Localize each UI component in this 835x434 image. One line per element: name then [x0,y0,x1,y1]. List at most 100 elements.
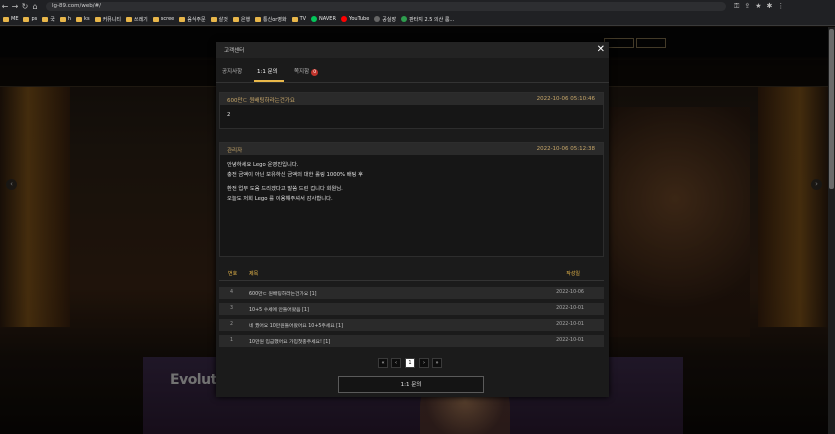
bookmark-label: 공실장 [382,16,397,23]
page-first-button[interactable]: « [378,358,388,368]
bookmark-item[interactable]: ps [23,16,37,22]
bookmark-label: 국 [50,16,55,23]
bookmark-item[interactable]: NAVER [311,16,336,22]
answer-header: 관리자 2022-10-06 05:12:38 [220,143,603,155]
col-subject: 제목 [249,271,259,277]
bookmark-item[interactable]: 쓰레기 [125,16,148,23]
bookmark-item[interactable]: TV [291,16,307,22]
bookmark-item[interactable]: 통신or영화 [255,16,287,23]
extensions-icon[interactable]: ✱ [766,2,772,11]
answer-line: 환전 업무 도움 드리겠다고 말씀 드린 겁니다 회원님. [227,186,343,192]
bookmark-label: NAVER [319,16,336,22]
close-icon[interactable]: ✕ [597,43,605,57]
row-num: 4 [230,290,234,295]
url-text: lg-89.com/web/#/ [52,3,102,9]
inquiry-list-header: 번호 제목 작성일 [219,266,604,281]
page-next-button[interactable]: › [419,358,429,368]
row-date: 2022-10-06 [556,290,584,295]
bookmark-label: 쓰레기 [133,16,148,23]
folder-icon [125,16,132,22]
bookmark-label: 음식주문 [187,16,206,23]
key-icon[interactable]: ⚿ [734,2,739,11]
bookmark-item[interactable]: YouTube [340,16,369,22]
site-favicon-icon [401,16,408,22]
bookmark-item[interactable]: ks [76,16,90,22]
folder-icon [179,16,186,22]
message-count-badge: 0 [311,69,319,76]
bookmark-label: 판타지 2.5 의산 룸... [409,16,455,23]
customer-center-modal: 고객센터 ✕ 공지사항 1:1 문의 쪽지함 0 600만ㄷ 원배팅하라는건가요 … [216,42,609,397]
bookmark-label: 통신or영화 [263,16,287,23]
answer-line: 충전 금액이 아닌 보유하신 금액의 대한 롤링 1000% 배팅 후 [227,172,364,178]
folder-icon [291,16,298,22]
bookmark-label: 살것 [218,16,228,23]
bookmark-label: ME [11,16,19,22]
modal-title: 고객센터 [224,48,245,54]
row-num: 2 [230,322,234,327]
page-current-button[interactable]: 1 [405,358,415,368]
bookmark-item[interactable]: 공실장 [374,16,396,23]
table-row[interactable]: 1 10만원 입금했어요 가입첫충주세요! [1] 2022-10-01 [219,335,604,348]
folder-icon [23,16,30,22]
forward-icon[interactable]: → [10,2,20,11]
page-scrollbar[interactable] [828,27,835,434]
bookmark-item[interactable]: ME [3,16,18,22]
folder-icon [152,16,159,22]
bookmark-label: 은행 [240,16,251,23]
share-icon[interactable]: ⇪ [744,2,750,11]
bookmark-label: 커뮤니티 [102,16,121,23]
folder-icon [255,16,262,22]
bookmark-label: ps [31,16,38,22]
page-prev-button[interactable]: ‹ [391,358,401,368]
back-icon[interactable]: ← [0,2,10,11]
menu-icon[interactable]: ⋮ [777,2,784,11]
bookmark-item[interactable]: 커뮤니티 [94,16,121,23]
folder-icon [210,16,217,22]
bookmark-item[interactable]: 살것 [210,16,228,23]
row-date: 2022-10-01 [556,322,584,327]
bookmark-item[interactable]: scree [152,16,175,22]
question-header: 600만ㄷ 원배팅하라는건가요 2022-10-06 05:10:46 [220,93,603,105]
reload-icon[interactable]: ↻ [20,2,30,11]
bookmark-label: scree [160,16,175,22]
tab-inquiry[interactable]: 1:1 문의 [257,67,278,75]
tab-messages[interactable]: 쪽지함 0 [294,67,319,76]
row-subject: 10만원 입금했어요 가입첫충주세요! [1] [249,340,331,345]
answer-line: 안녕하세요 Lego 운영진입니다. [227,162,299,168]
address-bar[interactable]: lg-89.com/web/#/ [46,2,726,11]
bookmark-item[interactable]: 판타지 2.5 의산 룸... [401,16,454,23]
table-row[interactable]: 2 네 꿨어요 10만원들어왔어요 10+5주세요 [1] 2022-10-01 [219,319,604,332]
answer-author: 관리자 [227,148,243,154]
new-inquiry-button[interactable]: 1:1 문의 [338,376,484,393]
question-box: 600만ㄷ 원배팅하라는건가요 2022-10-06 05:10:46 2 [219,92,604,129]
folder-icon [3,16,9,22]
row-subject: 네 꿨어요 10만원들어왔어요 10+5주세요 [1] [249,324,343,329]
folder-icon [94,16,101,22]
bookmark-item[interactable]: h [59,16,72,22]
folder-icon [76,16,83,22]
row-subject: 10+5 수세에 안들어왔음 [1] [249,308,309,313]
bookmark-label: TV [299,16,307,22]
bookmark-item[interactable]: 은행 [232,16,251,23]
active-tab-indicator [254,80,284,82]
star-icon[interactable]: ★ [755,2,761,11]
row-date: 2022-10-01 [556,338,584,343]
bookmark-label: h [67,16,72,22]
bookmark-item[interactable]: 음식주문 [179,16,206,23]
answer-body: 안녕하세요 Lego 운영진입니다. 충전 금액이 아닌 보유하신 금액의 대한… [220,155,603,209]
page-last-button[interactable]: » [432,358,442,368]
home-icon[interactable]: ⌂ [30,2,40,11]
row-num: 3 [230,306,234,311]
modal-tabs: 공지사항 1:1 문의 쪽지함 0 [216,62,609,83]
bookmarks-bar: ME ps 국 h ks 커뮤니티 쓰레기 scree 음식주문 살것 은행 통신or영화 TV NAVE… [0,13,835,26]
scrollbar-thumb[interactable] [829,29,834,189]
table-row[interactable]: 4 600만ㄷ 원배팅하라는건가요 [1] 2022-10-06 [219,287,604,300]
folder-icon [42,16,49,22]
col-num: 번호 [228,271,238,277]
site-favicon-icon [340,16,347,22]
col-date: 작성일 [566,271,580,277]
bookmark-item[interactable]: 국 [42,16,55,23]
row-date: 2022-10-01 [556,306,584,311]
table-row[interactable]: 3 10+5 수세에 안들어왔음 [1] 2022-10-01 [219,303,604,316]
tab-notice[interactable]: 공지사항 [222,67,242,75]
